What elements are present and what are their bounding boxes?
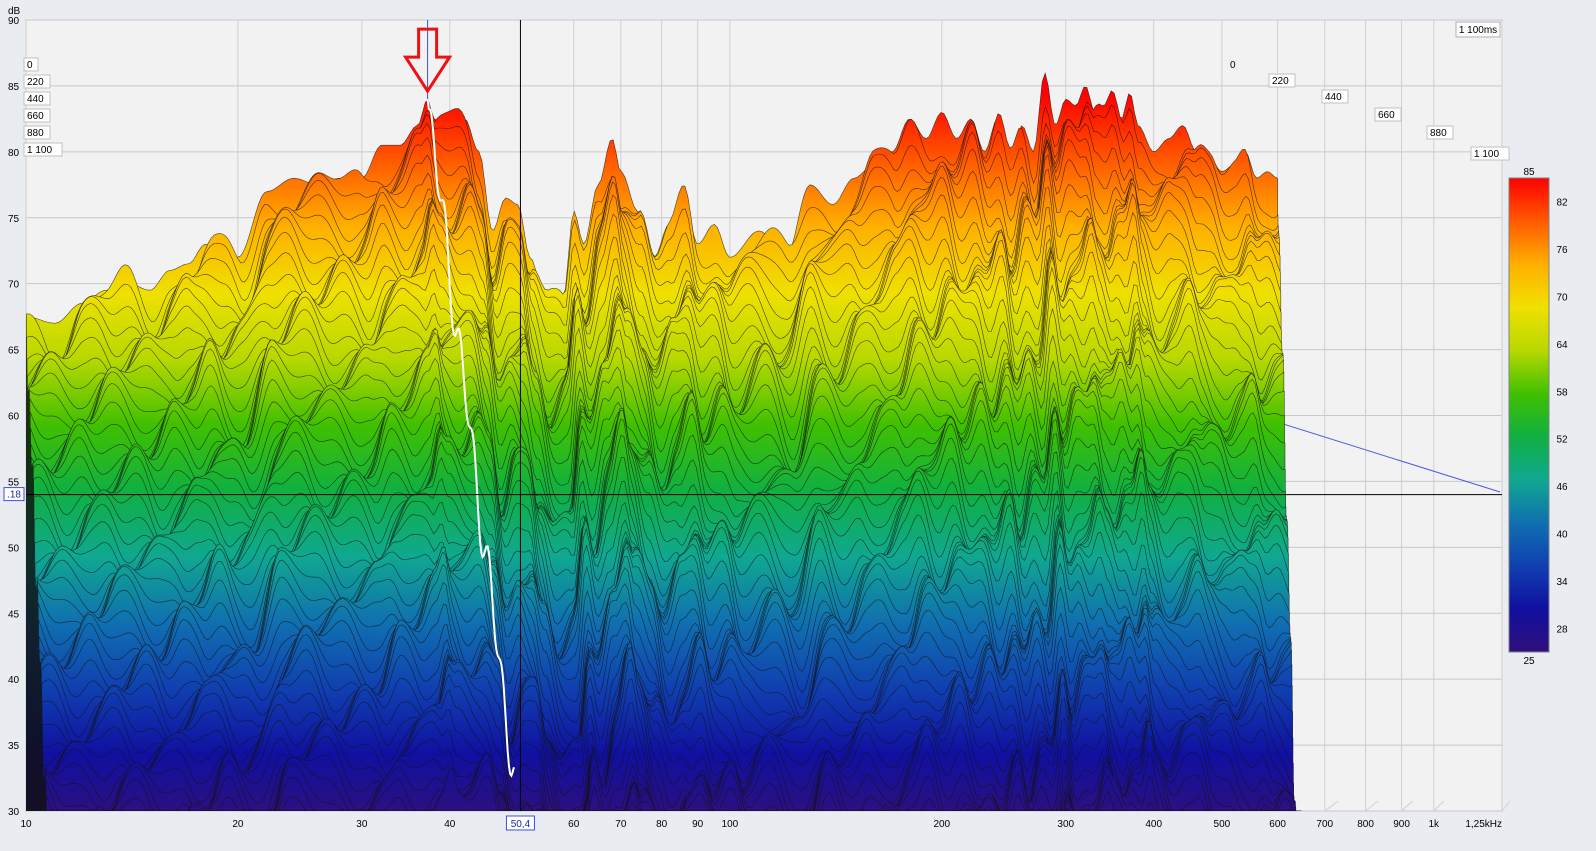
y-tick-label: 70 [8,280,20,291]
y-axis: 30 35 40 45 50 55 60 65 70 75 80 85 90 [8,16,20,818]
time-tick-right-label: 440 [1325,92,1342,103]
time-tick-left: 440 [23,91,51,106]
x-tick-label: 600 [1269,819,1286,830]
y-tick-label: 55 [8,477,20,488]
y-tick-label: 80 [8,148,20,159]
y-tick-label: 50 [8,543,20,554]
color-scale-tick: 34 [1556,577,1568,588]
level-cursor-badge[interactable]: .18 [3,487,25,502]
x-tick-label: 200 [933,819,950,830]
time-tick-right-label: 0 [1230,60,1236,71]
color-scale-bar: 85 25 82 76 70 64 58 52 46 40 34 28 [1508,167,1568,667]
x-axis: 10 20 30 40 60 70 80 90 100 200 300 400 500 600 700 800… [20,819,1502,830]
color-scale-tick: 82 [1556,198,1568,209]
frequency-cursor-value: 50,4 [511,819,531,830]
x-tick-label: 1k [1429,819,1441,830]
time-tick-left-label: 1 100 [27,145,52,156]
color-scale-gradient [1508,177,1550,653]
waterfall-chart-window: 50,4 .18 30 35 40 45 50 55 60 65 70 75 80 85 90 10 20 3… [0,0,1596,851]
color-scale-max: 85 [1523,167,1535,178]
y-tick-label: 30 [8,807,20,818]
time-tick-left: 660 [23,108,51,123]
time-max-badge: 1 100ms [1455,21,1501,38]
time-tick-right: 440 [1321,89,1349,104]
x-tick-label: 100 [722,819,739,830]
x-tick-label: 20 [232,819,244,830]
color-scale-tick: 28 [1556,624,1568,635]
y-tick-label: 90 [8,16,20,27]
color-scale-tick: 76 [1556,245,1568,256]
time-tick-left-label: 660 [27,111,44,122]
time-tick-left: 880 [23,125,51,140]
y-tick-label: 35 [8,741,20,752]
time-tick-left: 1 100 [23,142,63,157]
time-tick-right-label: 220 [1272,76,1289,87]
time-tick-left-label: 440 [27,94,44,105]
x-tick-label: 700 [1316,819,1333,830]
y-tick-label: 65 [8,346,20,357]
color-scale-tick: 46 [1556,482,1568,493]
color-scale-tick: 64 [1556,340,1568,351]
y-tick-label: 45 [8,609,20,620]
color-scale-tick: 52 [1556,435,1568,446]
y-tick-label: 40 [8,675,20,686]
level-cursor-value: .18 [7,490,21,501]
x-tick-label: 400 [1145,819,1162,830]
color-scale-min: 25 [1523,656,1535,667]
y-tick-label: 60 [8,412,20,423]
y-tick-label: 75 [8,214,20,225]
color-scale-tick: 58 [1556,387,1568,398]
x-tick-label: 90 [692,819,704,830]
time-tick-left-label: 0 [27,60,33,71]
x-tick-label: 800 [1357,819,1374,830]
y-tick-label: 85 [8,82,20,93]
time-tick-right: 220 [1268,73,1296,88]
x-tick-label: 60 [568,819,580,830]
time-tick-right: 0 [1230,60,1236,71]
color-scale-tick: 40 [1556,530,1568,541]
time-tick-right-label: 880 [1430,128,1447,139]
x-tick-label: 500 [1214,819,1231,830]
time-tick-right: 1 100 [1470,146,1510,161]
x-tick-label: 40 [444,819,456,830]
time-tick-right: 880 [1426,125,1454,140]
x-tick-label: 1,25kHz [1465,819,1502,830]
x-tick-label: 70 [615,819,627,830]
x-tick-label: 10 [20,819,32,830]
time-tick-right-label: 1 100 [1474,149,1499,160]
frequency-cursor-badge[interactable]: 50,4 [505,815,535,831]
time-tick-left: 0 [23,57,39,72]
y-axis-unit-label: dB [8,6,21,17]
x-tick-label: 300 [1057,819,1074,830]
color-scale-tick: 70 [1556,293,1568,304]
x-tick-label: 900 [1393,819,1410,830]
floor-tick [1501,800,1511,812]
time-tick-left: 220 [23,74,51,89]
x-tick-label: 30 [356,819,368,830]
waterfall-chart[interactable]: 50,4 .18 30 35 40 45 50 55 60 65 70 75 80 85 90 10 20 3… [0,0,1596,851]
time-max-label: 1 100ms [1459,25,1497,36]
time-tick-right: 660 [1374,107,1402,122]
time-tick-right-label: 660 [1378,110,1395,121]
time-tick-left-label: 220 [27,77,44,88]
x-tick-label: 80 [656,819,668,830]
time-tick-left-label: 880 [27,128,44,139]
